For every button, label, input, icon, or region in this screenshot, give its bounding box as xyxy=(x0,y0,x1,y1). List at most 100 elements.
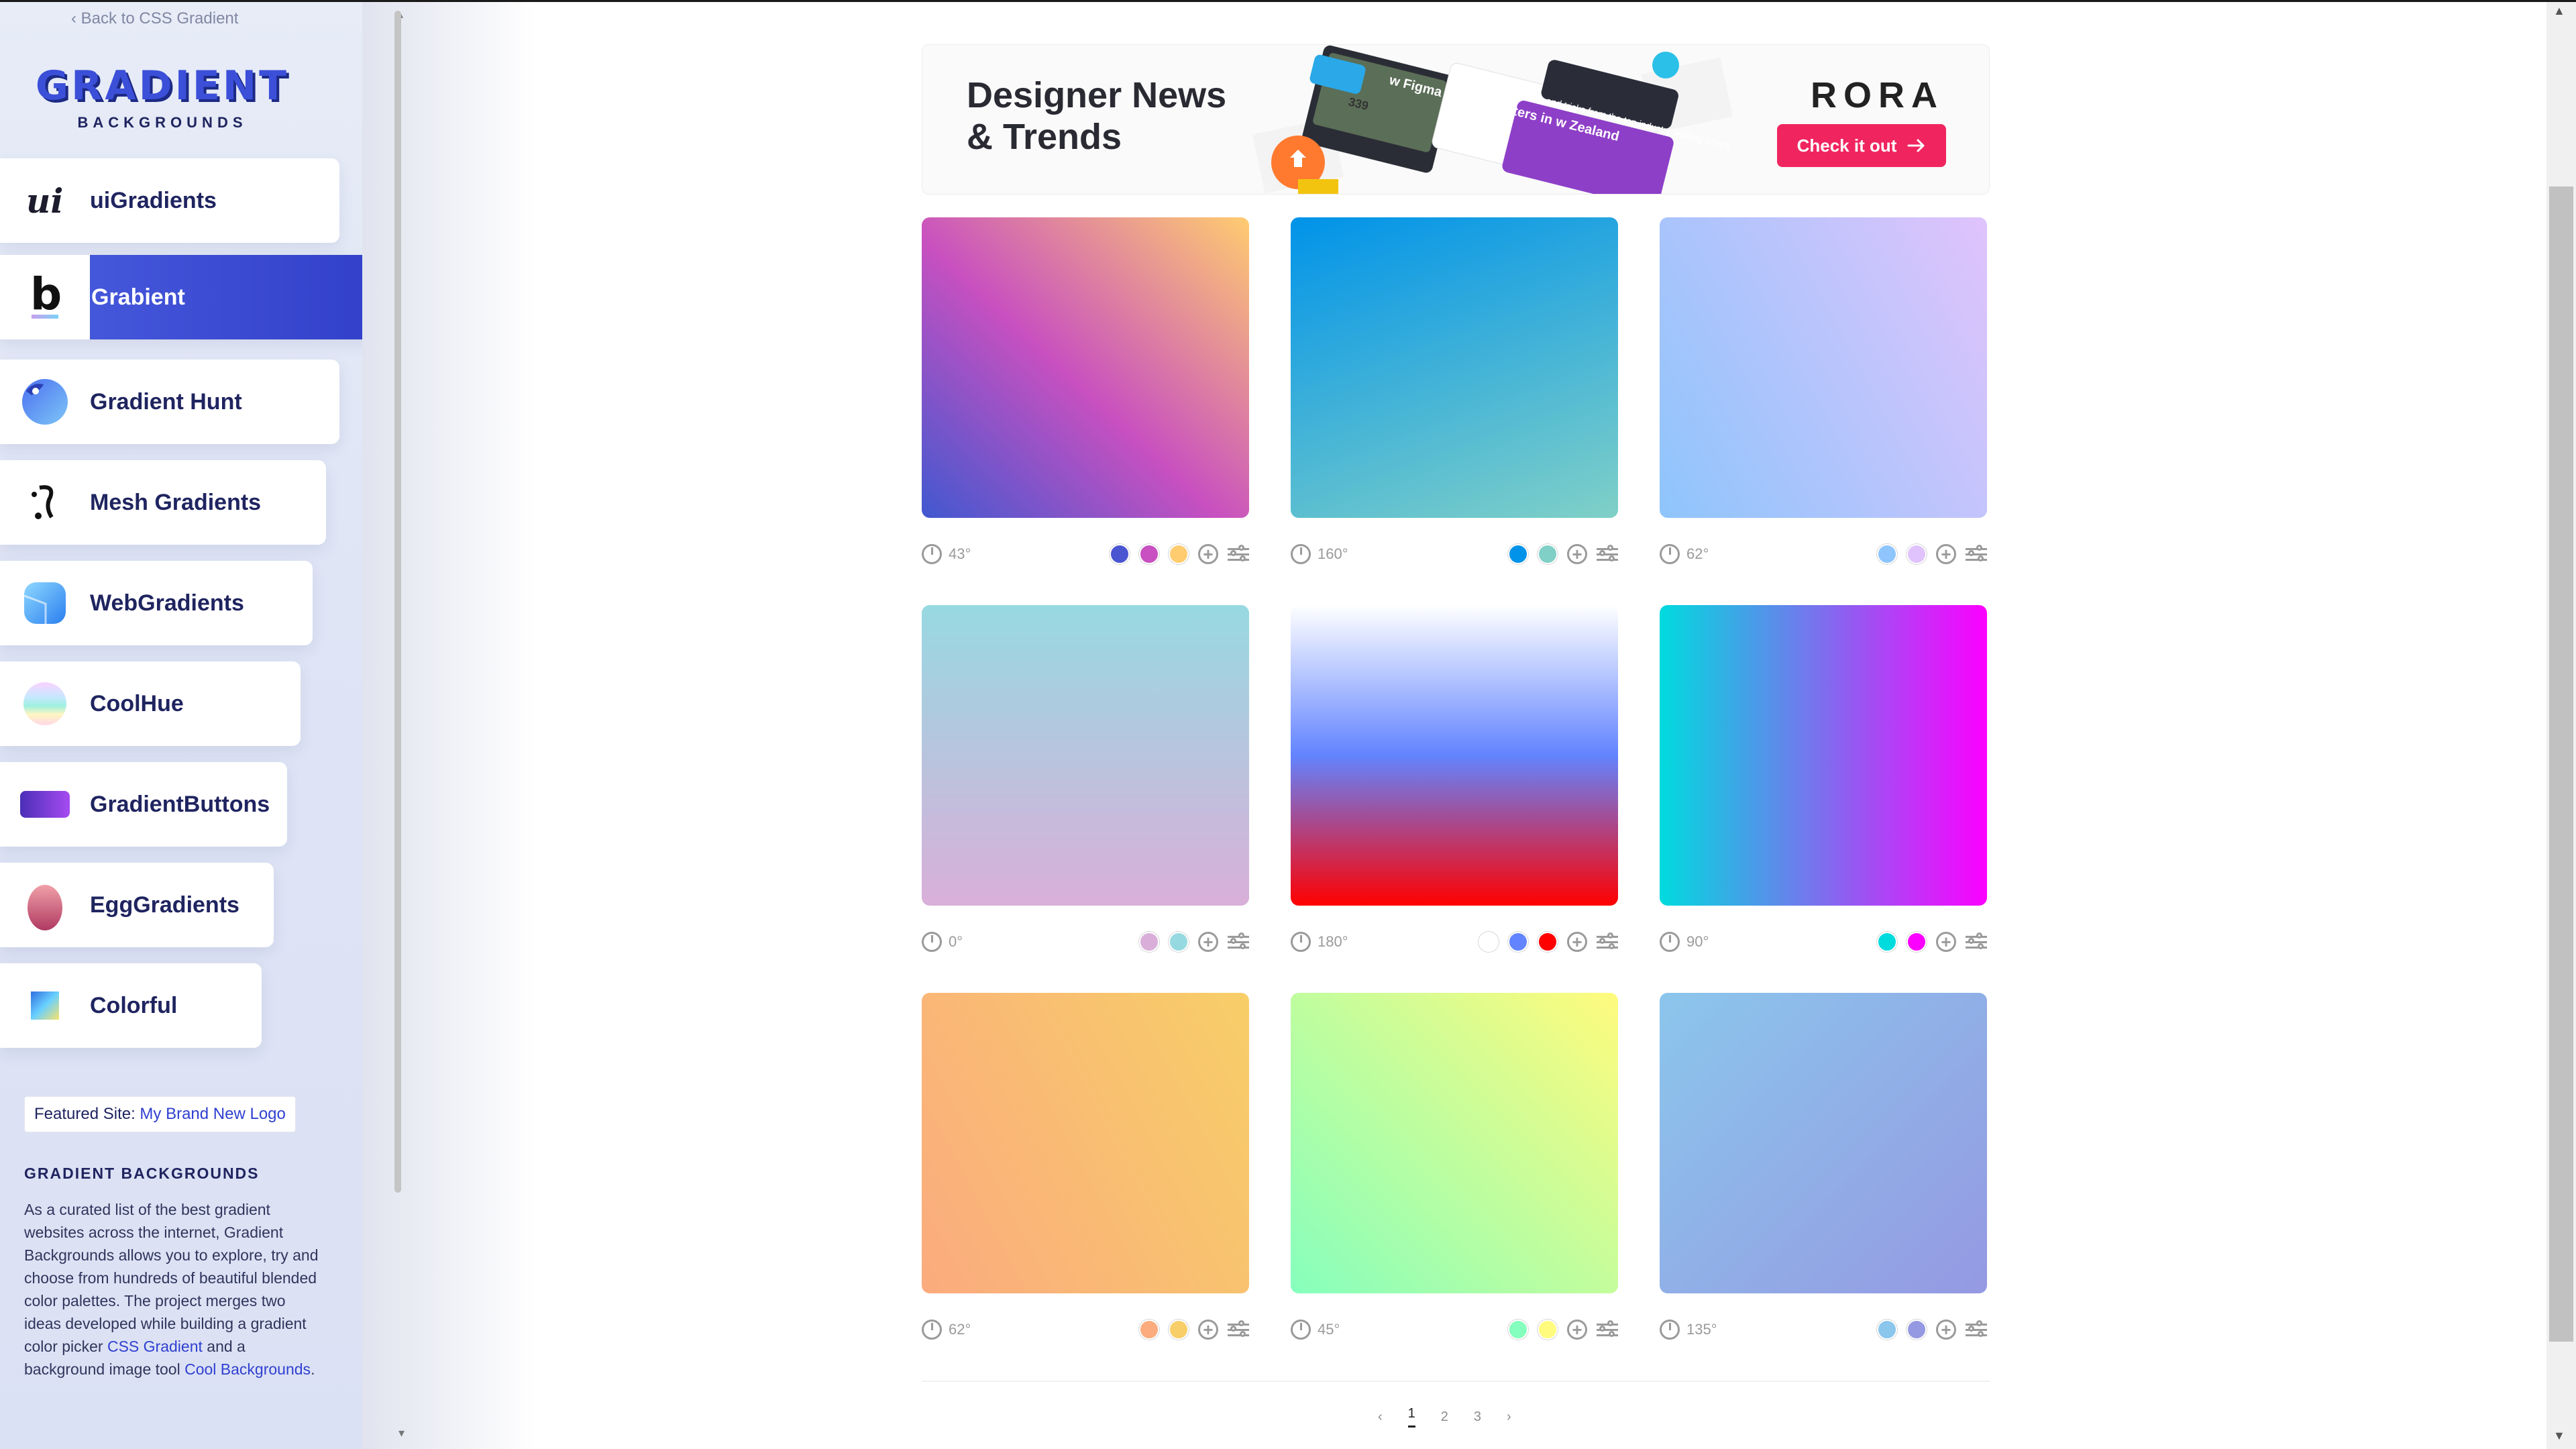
color-stop-dot[interactable] xyxy=(1139,932,1159,952)
gradient-swatch[interactable] xyxy=(922,993,1249,1293)
logo-wordmark: GRADIENT xyxy=(35,62,290,109)
color-stop-dot[interactable] xyxy=(1508,932,1528,952)
gradient-card: 135° + xyxy=(1660,993,1987,1343)
back-to-css-gradient-link[interactable]: ‹ Back to CSS Gradient xyxy=(71,9,238,28)
sliders-icon[interactable] xyxy=(1966,1320,1987,1340)
about-title: GRADIENT BACKGROUNDS xyxy=(24,1165,260,1182)
gradient-angle[interactable]: 0° xyxy=(922,932,963,952)
sidebar-item-colorful[interactable]: Colorful xyxy=(0,963,262,1048)
gradient-swatch[interactable] xyxy=(922,217,1249,518)
cool-backgrounds-link[interactable]: Cool Backgrounds xyxy=(184,1360,311,1378)
gradient-color-stops: + xyxy=(1877,1320,1987,1340)
pagination-page-1[interactable]: 1 xyxy=(1407,1406,1415,1428)
angle-icon xyxy=(922,544,942,564)
color-stop-dot[interactable] xyxy=(1110,544,1130,564)
color-stop-dot[interactable] xyxy=(1169,932,1189,952)
color-stop-dot[interactable] xyxy=(1907,932,1927,952)
gradient-meta: 43° + xyxy=(922,541,1249,568)
color-stop-dot[interactable] xyxy=(1877,932,1897,952)
color-stop-dot[interactable] xyxy=(1877,1320,1897,1340)
add-color-icon[interactable]: + xyxy=(1936,544,1956,564)
gradient-swatch[interactable] xyxy=(1291,993,1618,1293)
color-stop-dot[interactable] xyxy=(1538,932,1558,952)
sliders-icon[interactable] xyxy=(1966,544,1987,564)
gradient-angle[interactable]: 62° xyxy=(1660,544,1709,564)
sidebar-item-egggradients[interactable]: EggGradients xyxy=(0,863,274,947)
featured-site-link[interactable]: My Brand New Logo xyxy=(140,1105,285,1123)
gradient-angle[interactable]: 45° xyxy=(1291,1320,1340,1340)
color-stop-dot[interactable] xyxy=(1139,544,1159,564)
color-stop-dot[interactable] xyxy=(1508,1320,1528,1340)
gradient-angle[interactable]: 160° xyxy=(1291,544,1348,564)
color-stop-dot[interactable] xyxy=(1169,544,1189,564)
color-stop-dot[interactable] xyxy=(1479,932,1499,952)
gradient-angle[interactable]: 62° xyxy=(922,1320,971,1340)
add-color-icon[interactable]: + xyxy=(1198,932,1218,952)
gradient-angle[interactable]: 43° xyxy=(922,544,971,564)
add-color-icon[interactable]: + xyxy=(1936,1320,1956,1340)
color-stop-dot[interactable] xyxy=(1877,544,1897,564)
sidebar-scrollbar[interactable] xyxy=(394,11,401,1193)
color-stop-dot[interactable] xyxy=(1508,544,1528,564)
gradient-meta: 62° + xyxy=(1660,541,1987,568)
sliders-icon[interactable] xyxy=(1966,932,1987,952)
page-scroll-down-arrow[interactable]: ▼ xyxy=(2553,1429,2565,1443)
sliders-icon[interactable] xyxy=(1597,932,1618,952)
sliders-icon[interactable] xyxy=(1228,932,1249,952)
gradient-swatch[interactable] xyxy=(1660,217,1987,518)
sidebar-item-coolhue[interactable]: CoolHue xyxy=(0,661,301,746)
gradient-angle[interactable]: 135° xyxy=(1660,1320,1717,1340)
color-stop-dot[interactable] xyxy=(1538,544,1558,564)
color-stop-dot[interactable] xyxy=(1907,544,1927,564)
gradient-swatch[interactable] xyxy=(922,605,1249,906)
check-it-out-button[interactable]: Check it out xyxy=(1777,124,1946,167)
pagination-next-button[interactable]: › xyxy=(1507,1409,1511,1425)
logo[interactable]: GRADIENT BACKGROUNDS xyxy=(35,62,290,131)
sliders-icon[interactable] xyxy=(1228,1320,1249,1340)
sidebar-item-gradientbuttons[interactable]: GradientButtons xyxy=(0,762,287,847)
gradient-swatch[interactable] xyxy=(1291,217,1618,518)
gradient-angle[interactable]: 90° xyxy=(1660,932,1709,952)
sidebar-item-grabient[interactable]: b Grabient xyxy=(0,255,362,339)
pagination-prev-button[interactable]: ‹ xyxy=(1378,1409,1383,1425)
add-color-icon[interactable]: + xyxy=(1198,544,1218,564)
sidebar-item-webgradients[interactable]: WebGradients xyxy=(0,561,313,645)
page-scrollbar-thumb[interactable] xyxy=(2549,186,2573,1342)
gradient-meta: 45° + xyxy=(1291,1316,1618,1343)
color-stop-dot[interactable] xyxy=(1538,1320,1558,1340)
gradient-meta: 0° + xyxy=(922,928,1249,955)
pagination-page-3[interactable]: 3 xyxy=(1474,1409,1481,1425)
sidebar-scroll-down-arrow[interactable]: ▾ xyxy=(398,1426,405,1440)
gradient-swatch[interactable] xyxy=(1291,605,1618,906)
add-color-icon[interactable]: + xyxy=(1567,544,1587,564)
sliders-icon[interactable] xyxy=(1597,1320,1618,1340)
sliders-icon[interactable] xyxy=(1228,544,1249,564)
add-color-icon[interactable]: + xyxy=(1567,932,1587,952)
grabient-logo-icon: b xyxy=(0,255,90,339)
featured-site: Featured Site: My Brand New Logo xyxy=(24,1096,296,1132)
color-stop-dot[interactable] xyxy=(1139,1320,1159,1340)
sidebar: ‹ Back to CSS Gradient GRADIENT BACKGROU… xyxy=(0,0,362,1449)
gradient-angle[interactable]: 180° xyxy=(1291,932,1348,952)
about-description: As a curated list of the best gradient w… xyxy=(24,1198,319,1381)
color-stop-dot[interactable] xyxy=(1169,1320,1189,1340)
add-color-icon[interactable]: + xyxy=(1198,1320,1218,1340)
sidebar-item-gradient-hunt[interactable]: Gradient Hunt xyxy=(0,360,339,444)
add-color-icon[interactable]: + xyxy=(1567,1320,1587,1340)
css-gradient-link[interactable]: CSS Gradient xyxy=(107,1338,203,1355)
ad-banner[interactable]: Designer News & Trends 339 w Figma Co. a… xyxy=(922,44,1990,195)
sliders-icon[interactable] xyxy=(1597,544,1618,564)
gradient-angle-value: 62° xyxy=(949,1321,971,1338)
add-color-icon[interactable]: + xyxy=(1936,932,1956,952)
page-scroll-up-arrow[interactable]: ▲ xyxy=(2553,4,2565,18)
sidebar-item-uigradients[interactable]: ui uiGradients xyxy=(0,158,339,243)
color-stop-dot[interactable] xyxy=(1907,1320,1927,1340)
sidebar-item-label: Gradient Hunt xyxy=(90,388,242,415)
sidebar-item-mesh-gradients[interactable]: Mesh Gradients xyxy=(0,460,326,545)
gradient-card: 45° + xyxy=(1291,993,1618,1343)
pagination-page-2[interactable]: 2 xyxy=(1441,1409,1448,1425)
gradient-swatch[interactable] xyxy=(1660,605,1987,906)
gradient-color-stops: + xyxy=(1479,932,1618,952)
gradient-swatch[interactable] xyxy=(1660,993,1987,1293)
window-top-border xyxy=(0,0,2576,2)
